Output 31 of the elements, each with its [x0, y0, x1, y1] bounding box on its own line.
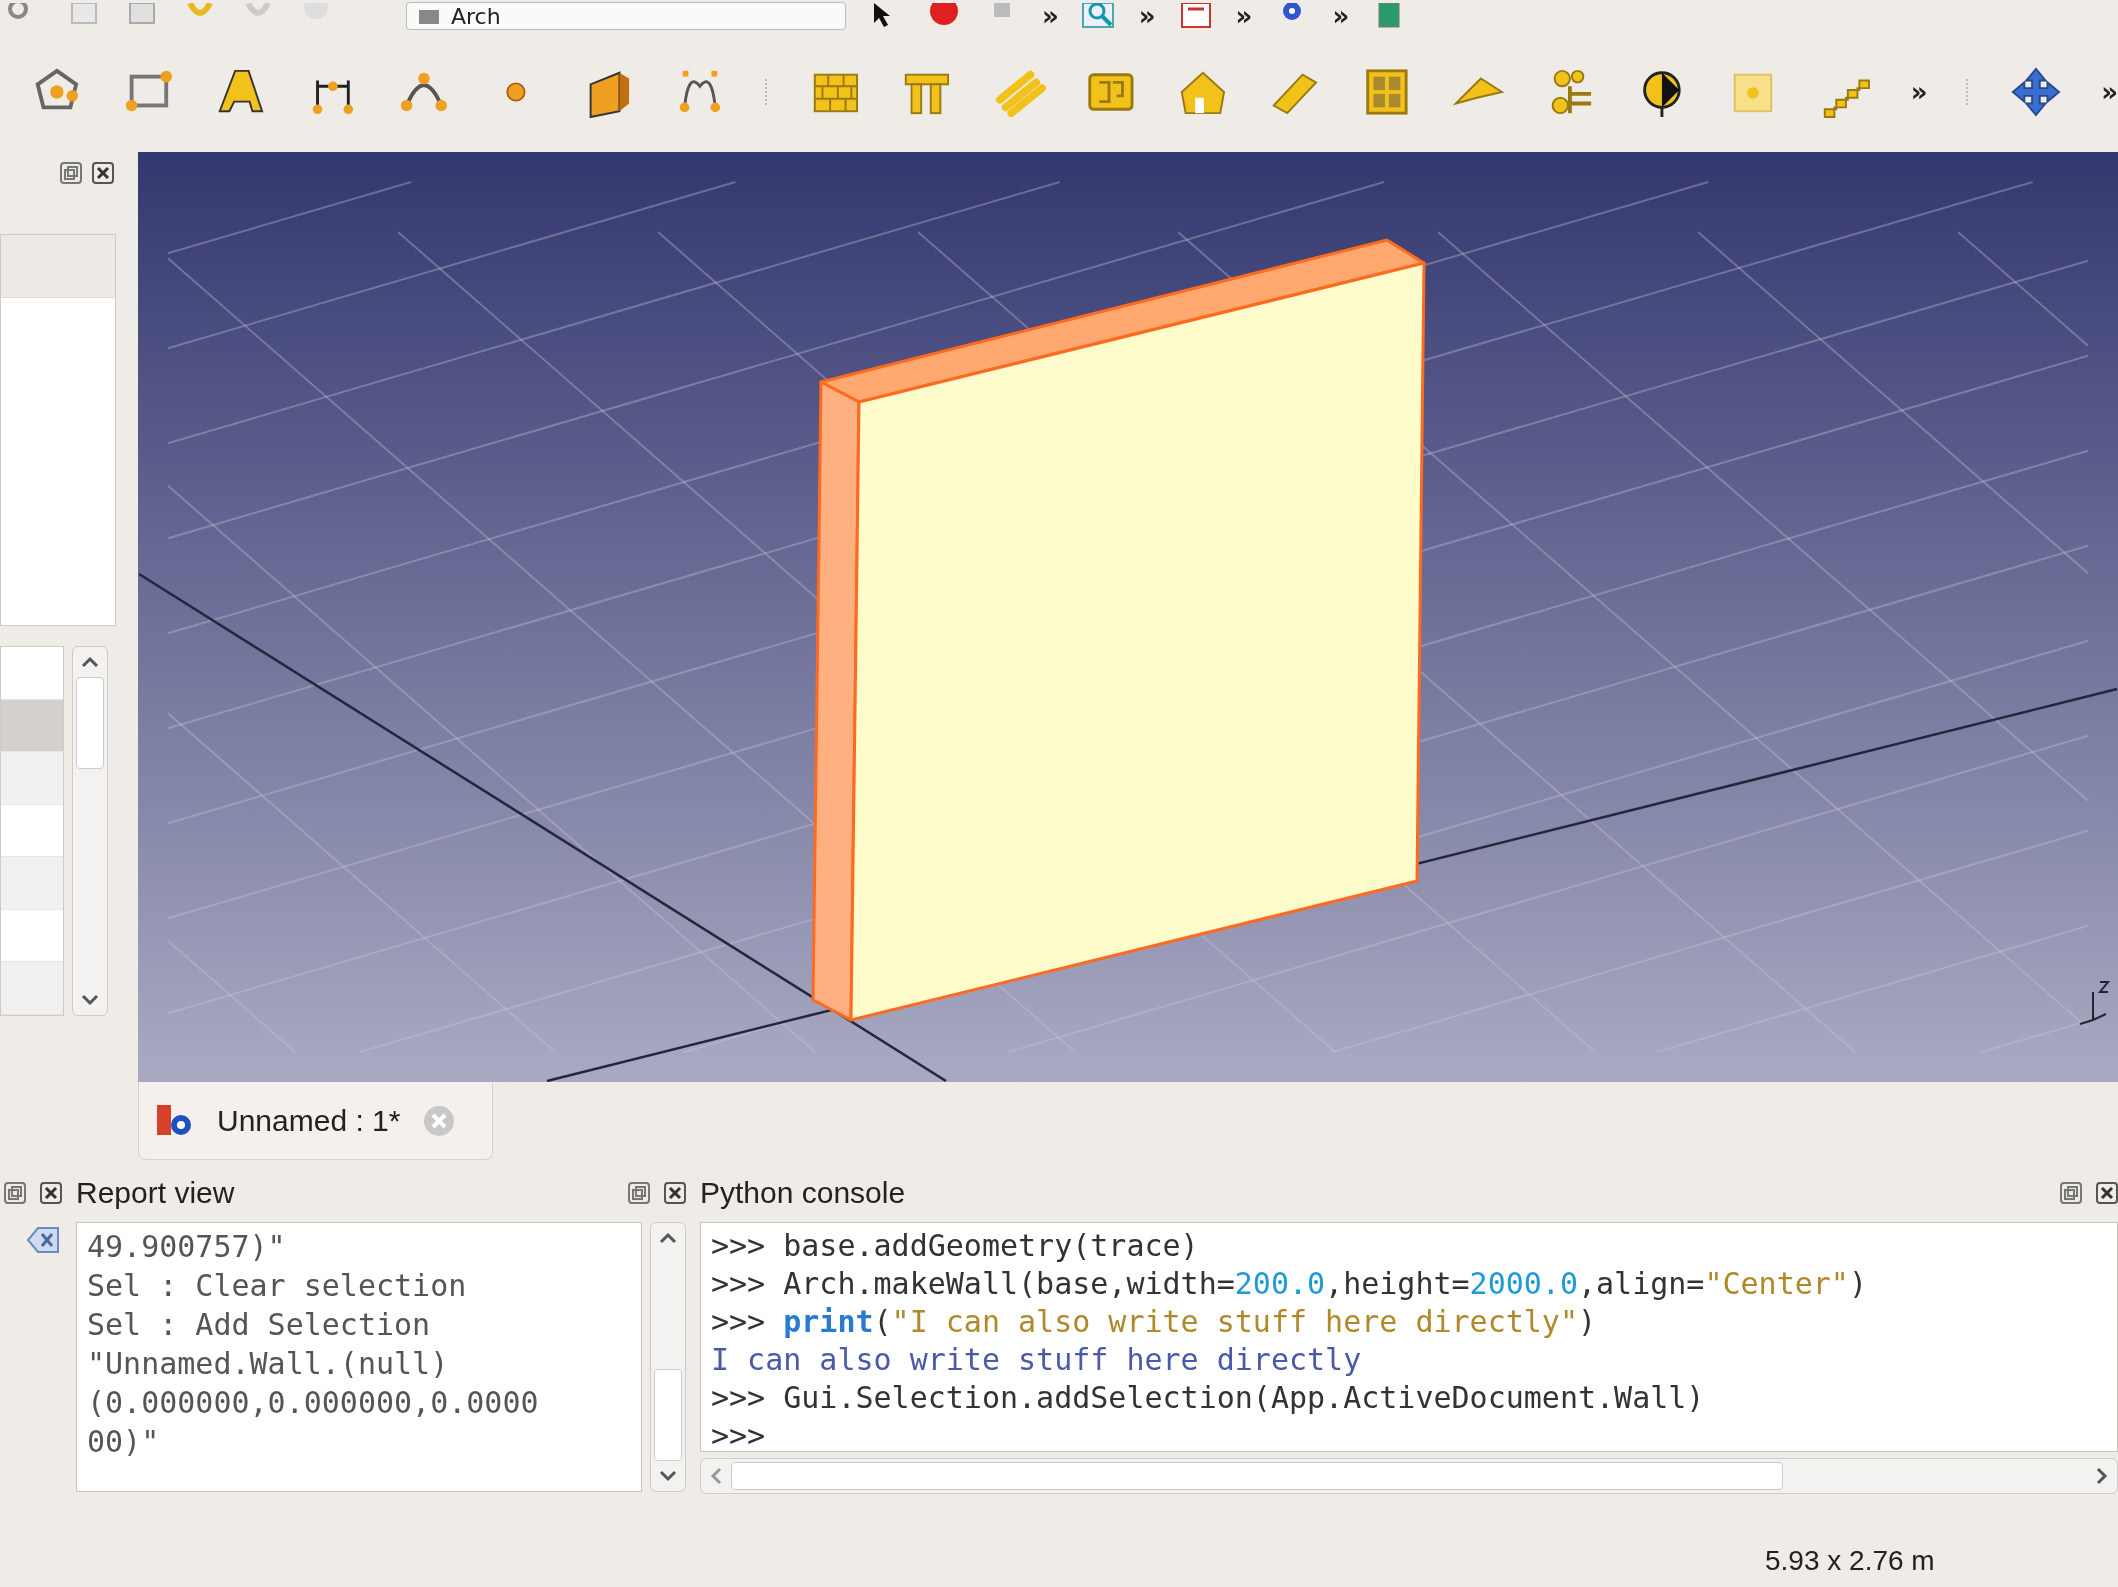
- close-icon[interactable]: [664, 1182, 686, 1204]
- scrollbar[interactable]: [700, 1458, 2118, 1494]
- overflow-chevron[interactable]: »: [1138, 1, 1156, 31]
- scrollbar-thumb[interactable]: [731, 1462, 1783, 1490]
- overflow-chevron[interactable]: »: [1332, 1, 1350, 31]
- wall-drawing[interactable]: [811, 238, 1426, 1022]
- close-icon[interactable]: [40, 1182, 62, 1204]
- scrollbar-thumb[interactable]: [654, 1369, 682, 1461]
- clear-icon[interactable]: [26, 1224, 62, 1256]
- dock-title: Python console: [700, 1176, 907, 1210]
- float-icon[interactable]: [628, 1182, 650, 1204]
- overflow-chevron[interactable]: »: [2101, 77, 2118, 107]
- scrollbar-thumb[interactable]: [76, 677, 104, 769]
- dock-title: Report view: [76, 1176, 236, 1210]
- python-console[interactable]: >>> base.addGeometry(trace) >>> Arch.makeWall(base,width=200.0,height=2000.0,align="Center") >>> print("I can also write stuff here directly") I can also write stuff here directly >>> Gui.Selection.addSelection(App.ActiveDocument.Wall) >>>: [700, 1222, 2118, 1452]
- magnifier-icon[interactable]: [1080, 3, 1117, 29]
- overflow-chevron[interactable]: »: [1910, 77, 1928, 107]
- scrollbar[interactable]: [650, 1222, 686, 1492]
- scrollbar[interactable]: [72, 646, 108, 1016]
- workbench-dropdown[interactable]: Arch: [406, 2, 846, 30]
- overflow-chevron[interactable]: »: [1235, 1, 1253, 31]
- float-icon[interactable]: [4, 1182, 26, 1204]
- close-icon[interactable]: [92, 162, 114, 184]
- close-icon[interactable]: [2096, 1182, 2118, 1204]
- report-log: 49.900757)" Sel : Clear selection Sel : Add Selection "Unnamed.Wall.(null) (0.000000,0.000000,0.0000 00)": [76, 1222, 642, 1492]
- float-icon[interactable]: [60, 162, 82, 184]
- float-icon[interactable]: [2060, 1182, 2082, 1204]
- dimensions-readout: 5.93 x 2.76 m: [1765, 1544, 1935, 1577]
- overflow-chevron[interactable]: »: [1042, 1, 1059, 31]
- document-tab[interactable]: Unnamed : 1*: [138, 1082, 493, 1160]
- axis-icon: [2079, 981, 2111, 1025]
